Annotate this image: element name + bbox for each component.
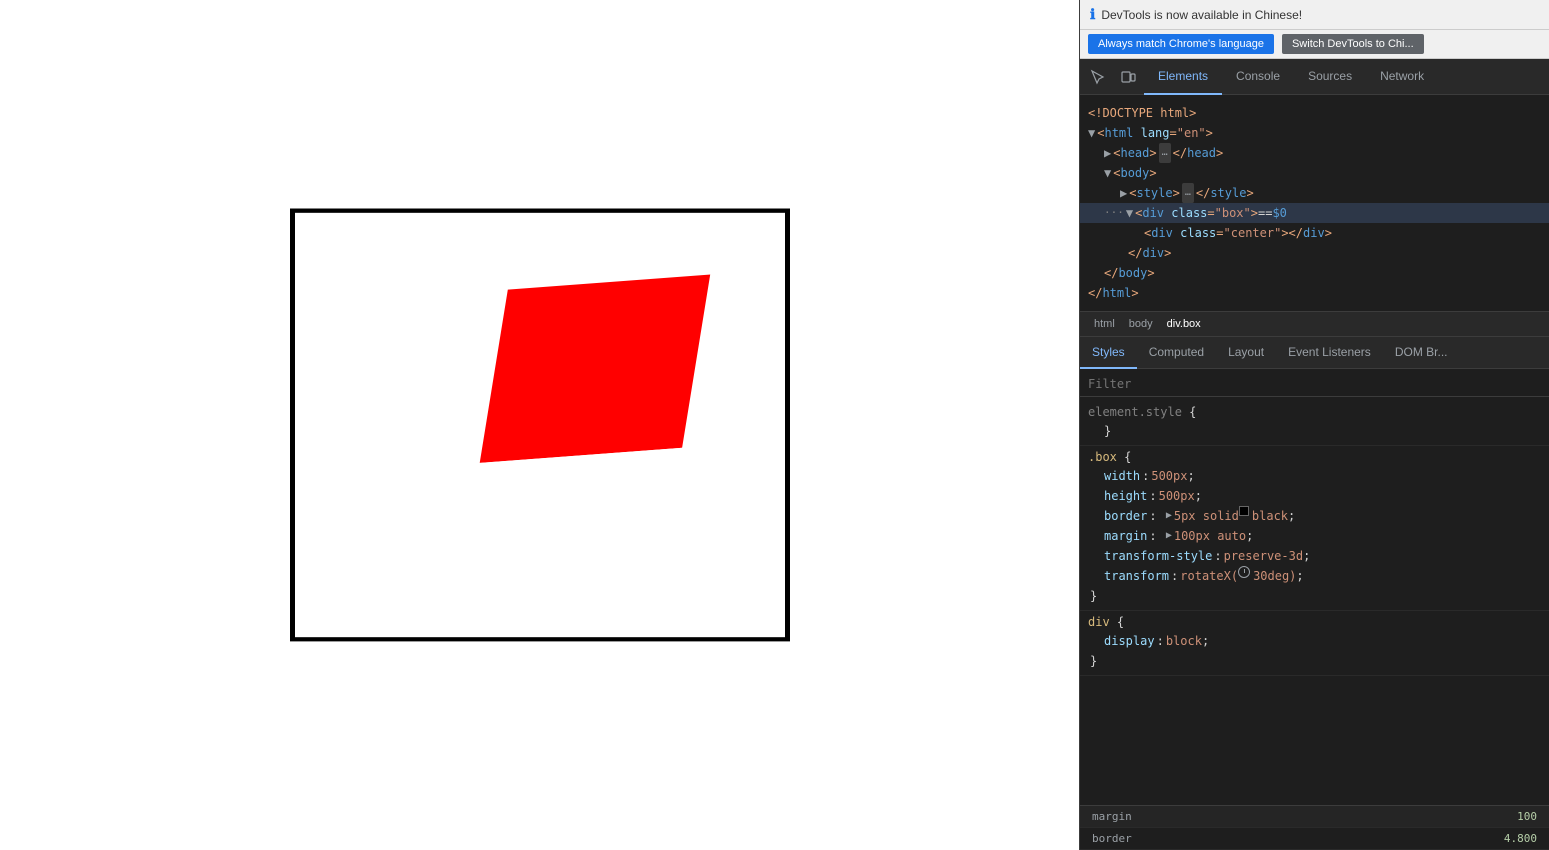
expand-triangle: ▼: [1104, 163, 1111, 183]
cursor-icon-button[interactable]: [1084, 63, 1112, 91]
style-prop-display[interactable]: display : block ;: [1088, 631, 1541, 651]
styles-content: element.style { } .box { width : 500px ;…: [1080, 397, 1549, 805]
style-selector-div: div {: [1088, 615, 1541, 629]
expand-triangle: ▼: [1126, 203, 1133, 223]
style-selector: element.style {: [1088, 405, 1541, 419]
box-model-row-border: border 4.800: [1080, 828, 1549, 850]
expand-triangle: ▶: [1104, 143, 1111, 163]
style-prop-transform[interactable]: transform : rotateX( 30deg) ;: [1088, 566, 1541, 586]
style-tab-computed[interactable]: Computed: [1137, 337, 1216, 369]
dom-line-center-div[interactable]: <div class="center"></div>: [1080, 223, 1549, 243]
device-icon-button[interactable]: [1114, 63, 1142, 91]
color-swatch-black[interactable]: [1239, 506, 1249, 516]
breadcrumb-body[interactable]: body: [1123, 316, 1159, 332]
clock-icon[interactable]: [1238, 566, 1250, 578]
tab-network[interactable]: Network: [1366, 59, 1438, 95]
devtools-tabs-bar: Elements Console Sources Network: [1080, 59, 1549, 95]
box-model-value-border: 4.800: [1172, 832, 1537, 845]
dom-line-body-close[interactable]: </body>: [1080, 263, 1549, 283]
tab-console[interactable]: Console: [1222, 59, 1294, 95]
notification-text: DevTools is now available in Chinese!: [1101, 8, 1539, 22]
style-prop-height[interactable]: height : 500px ;: [1088, 486, 1541, 506]
dom-line-body[interactable]: ▼ <body>: [1080, 163, 1549, 183]
style-tab-layout[interactable]: Layout: [1216, 337, 1276, 369]
dom-line-box-div[interactable]: ··· ▼ <div class="box"> == $0: [1080, 203, 1549, 223]
style-rule-div: div { display : block ; }: [1080, 611, 1549, 676]
style-closing-brace: }: [1088, 421, 1541, 441]
tab-sources[interactable]: Sources: [1294, 59, 1366, 95]
expand-triangle: ▼: [1088, 123, 1095, 143]
expand-arrow-border[interactable]: ▶: [1166, 506, 1172, 526]
dom-line-head[interactable]: ▶ <head> … </head>: [1080, 143, 1549, 163]
box-model-section: margin 100 border 4.800: [1080, 805, 1549, 850]
main-page: [0, 0, 1079, 850]
box-model-label-margin: margin: [1092, 810, 1172, 823]
filter-bar: [1080, 369, 1549, 397]
devtools-panel: ℹ DevTools is now available in Chinese! …: [1079, 0, 1549, 850]
style-tab-dom-breakpoints[interactable]: DOM Br...: [1383, 337, 1460, 369]
style-selector-box: .box {: [1088, 450, 1541, 464]
style-tab-styles[interactable]: Styles: [1080, 337, 1137, 369]
breadcrumb-div-box[interactable]: div.box: [1161, 316, 1207, 332]
style-box-closing-brace: }: [1088, 586, 1541, 606]
style-div-closing-brace: }: [1088, 651, 1541, 671]
devtools-notification: ℹ DevTools is now available in Chinese!: [1080, 0, 1549, 30]
switch-devtools-button[interactable]: Switch DevTools to Chi...: [1282, 34, 1424, 54]
dom-line-html-close[interactable]: </html>: [1080, 283, 1549, 303]
dom-line-html[interactable]: ▼ <html lang="en">: [1080, 123, 1549, 143]
style-panel-tabs: Styles Computed Layout Event Listeners D…: [1080, 337, 1549, 369]
filter-input[interactable]: [1088, 377, 1541, 391]
box-model-label-border: border: [1092, 832, 1172, 845]
style-prop-border[interactable]: border : ▶ 5px solid black ;: [1088, 506, 1541, 526]
style-rule-element: element.style { }: [1080, 401, 1549, 446]
demo-box: [290, 208, 790, 641]
breadcrumb: html body div.box: [1080, 311, 1549, 337]
info-icon: ℹ: [1090, 6, 1095, 23]
dom-tree: <!DOCTYPE html> ▼ <html lang="en"> ▶ <he…: [1080, 95, 1549, 311]
style-rule-box: .box { width : 500px ; height : 500px ; …: [1080, 446, 1549, 611]
dom-line-doctype[interactable]: <!DOCTYPE html>: [1080, 103, 1549, 123]
box-model-value-margin: 100: [1172, 810, 1537, 823]
breadcrumb-html[interactable]: html: [1088, 316, 1121, 332]
style-tab-event-listeners[interactable]: Event Listeners: [1276, 337, 1383, 369]
lang-bar: Always match Chrome's language Switch De…: [1080, 30, 1549, 59]
dom-line-style[interactable]: ▶ <style> … </style>: [1080, 183, 1549, 203]
style-prop-margin[interactable]: margin : ▶ 100px auto ;: [1088, 526, 1541, 546]
expand-triangle: ▶: [1120, 183, 1127, 203]
dom-line-box-close[interactable]: </div>: [1080, 243, 1549, 263]
box-model-row-margin: margin 100: [1080, 806, 1549, 828]
match-language-button[interactable]: Always match Chrome's language: [1088, 34, 1274, 54]
center-div: [479, 275, 710, 463]
style-prop-width[interactable]: width : 500px ;: [1088, 466, 1541, 486]
tab-elements[interactable]: Elements: [1144, 59, 1222, 95]
expand-arrow-margin[interactable]: ▶: [1166, 526, 1172, 546]
style-prop-transform-style[interactable]: transform-style : preserve-3d ;: [1088, 546, 1541, 566]
